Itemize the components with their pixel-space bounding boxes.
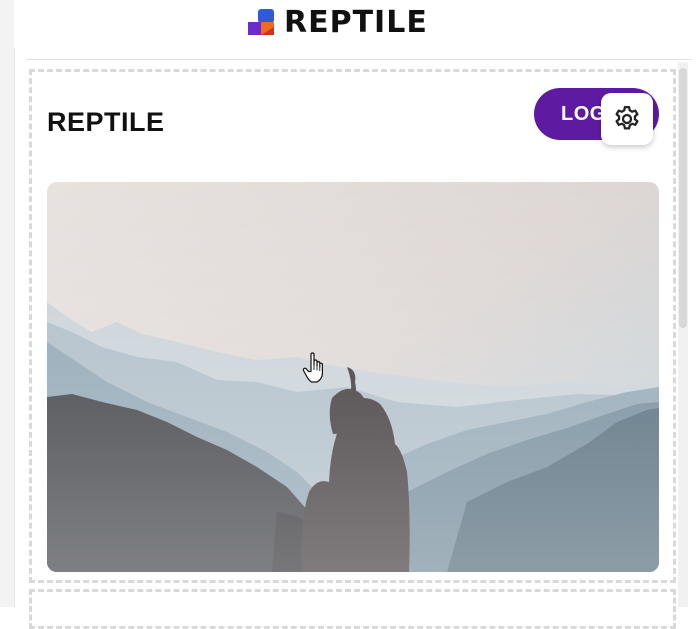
site-title: REPTILE [47,107,165,137]
left-rail [0,0,15,607]
gear-icon [615,106,639,130]
reptile-logo-icon [248,9,274,35]
hero-image [47,182,659,572]
settings-button[interactable] [601,93,653,145]
brand-name: REPTILE [284,4,428,40]
next-section [29,589,676,629]
brand-logo[interactable]: REPTILE [248,4,428,40]
header-divider [26,59,692,60]
scrollbar-thumb[interactable] [679,68,687,328]
hand-cursor-icon [302,352,323,383]
